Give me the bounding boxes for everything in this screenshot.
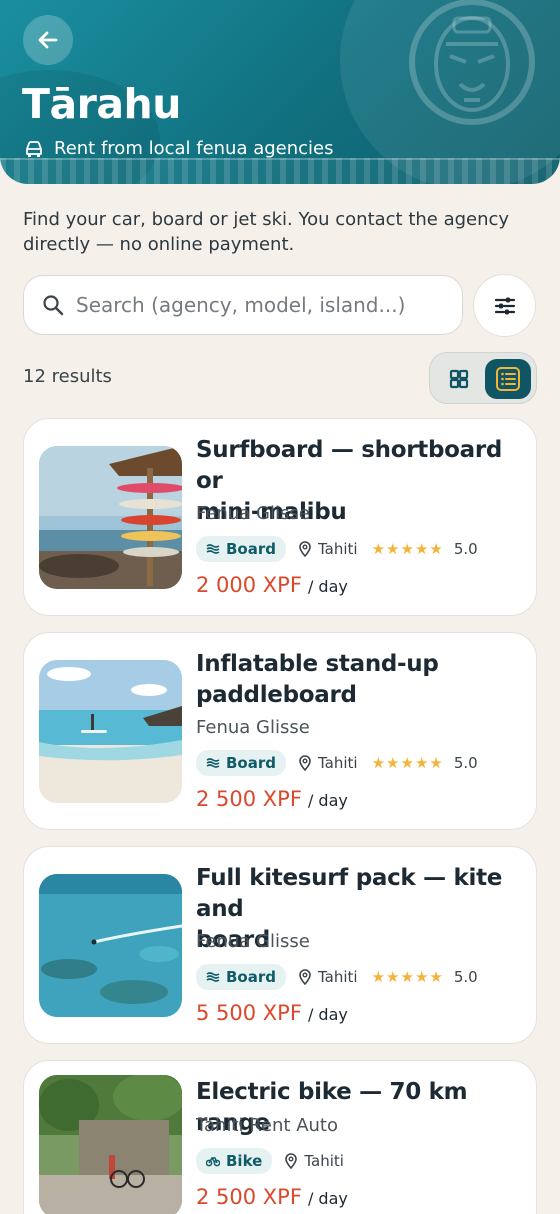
listing-card[interactable]: Inflatable stand-up paddleboard Fenua Gl…: [23, 632, 537, 830]
listing-agency: Fenua Glisse: [196, 931, 310, 952]
price-unit: / day: [307, 1005, 348, 1024]
rating-value: 5.0: [453, 754, 478, 772]
pattern-band: [0, 158, 560, 184]
listing-photo-ebike: [39, 1075, 182, 1214]
listing-price: 5 500 XPF / day: [196, 1001, 348, 1025]
listing-meta: Bike Tahiti: [196, 1148, 344, 1174]
category-badge: Board: [196, 750, 286, 776]
search-icon: [43, 295, 64, 316]
listing-card[interactable]: Surfboard — shortboard or mini-malibu Fe…: [23, 418, 537, 616]
category-badge: Bike: [196, 1148, 273, 1174]
listing-card[interactable]: Electric bike — 70 km range Tahiti Rent …: [23, 1060, 537, 1214]
location-pin-icon: [299, 969, 311, 985]
location-pin-icon: [299, 541, 311, 557]
price-unit: / day: [307, 1189, 348, 1208]
listing-meta: Board Tahiti ★★★★★ 5.0: [196, 964, 478, 990]
price-amount: 2 000 XPF: [196, 573, 302, 597]
results-count: 12 results: [23, 366, 112, 387]
price-amount: 5 500 XPF: [196, 1001, 302, 1025]
header-subtitle: Rent from local fenua agencies: [24, 138, 334, 159]
listing-price: 2 500 XPF / day: [196, 1185, 348, 1209]
listing-location: Tahiti: [298, 540, 358, 558]
list-icon: [496, 367, 520, 391]
rating-stars: ★★★★★: [371, 540, 444, 558]
arrow-left-icon: [38, 31, 58, 49]
listing-photo-surfboards: [39, 446, 182, 589]
rating-stars: ★★★★★: [371, 968, 444, 986]
price-amount: 2 500 XPF: [196, 787, 302, 811]
waves-icon: [206, 758, 220, 768]
listing-meta: Board Tahiti ★★★★★ 5.0: [196, 536, 478, 562]
price-unit: / day: [307, 577, 348, 596]
bike-icon: [206, 1156, 220, 1167]
car-icon: [26, 140, 42, 157]
search-placeholder: Search (agency, model, island...): [76, 293, 406, 317]
search-input[interactable]: Search (agency, model, island...): [23, 275, 463, 335]
listing-photo-kitesurf: [39, 874, 182, 1017]
tiki-emblem-icon: [409, 0, 535, 125]
listing-title: Inflatable stand-up paddleboard: [196, 651, 439, 708]
location-pin-icon: [285, 1153, 298, 1169]
category-badge: Board: [196, 964, 286, 990]
listing-agency: Fenua Glisse: [196, 717, 310, 738]
listing-meta: Board Tahiti ★★★★★ 5.0: [196, 750, 478, 776]
listing-location: Tahiti: [284, 1152, 344, 1170]
location-pin-icon: [299, 755, 311, 771]
rating-value: 5.0: [453, 968, 478, 986]
category-badge: Board: [196, 536, 286, 562]
price-unit: / day: [307, 791, 348, 810]
app-header: Tārahu Rent from local fenua agencies: [0, 0, 560, 184]
brand-title: Tārahu: [22, 80, 181, 128]
listing-price: 2 000 XPF / day: [196, 573, 348, 597]
grid-icon: [449, 369, 469, 389]
listing-location: Tahiti: [298, 754, 358, 772]
price-amount: 2 500 XPF: [196, 1185, 302, 1209]
listing-photo-paddleboard: [39, 660, 182, 803]
filter-button[interactable]: [473, 274, 536, 337]
view-toggle: [429, 352, 537, 404]
subtitle-text: Rent from local fenua agencies: [54, 138, 334, 159]
intro-text: Find your car, board or jet ski. You con…: [23, 209, 510, 255]
waves-icon: [206, 972, 220, 982]
back-button[interactable]: [23, 15, 73, 65]
rating-stars: ★★★★★: [371, 754, 444, 772]
list-view-button[interactable]: [485, 359, 531, 399]
listing-agency: Fenua Glisse: [196, 503, 310, 524]
listing-location: Tahiti: [298, 968, 358, 986]
rating-value: 5.0: [453, 540, 478, 558]
grid-view-button[interactable]: [438, 360, 480, 398]
waves-icon: [206, 544, 220, 554]
listing-price: 2 500 XPF / day: [196, 787, 348, 811]
listing-card[interactable]: Full kitesurf pack — kite and board Fenu…: [23, 846, 537, 1044]
listing-agency: Tahiti Rent Auto: [196, 1115, 338, 1136]
sliders-icon: [494, 297, 515, 314]
